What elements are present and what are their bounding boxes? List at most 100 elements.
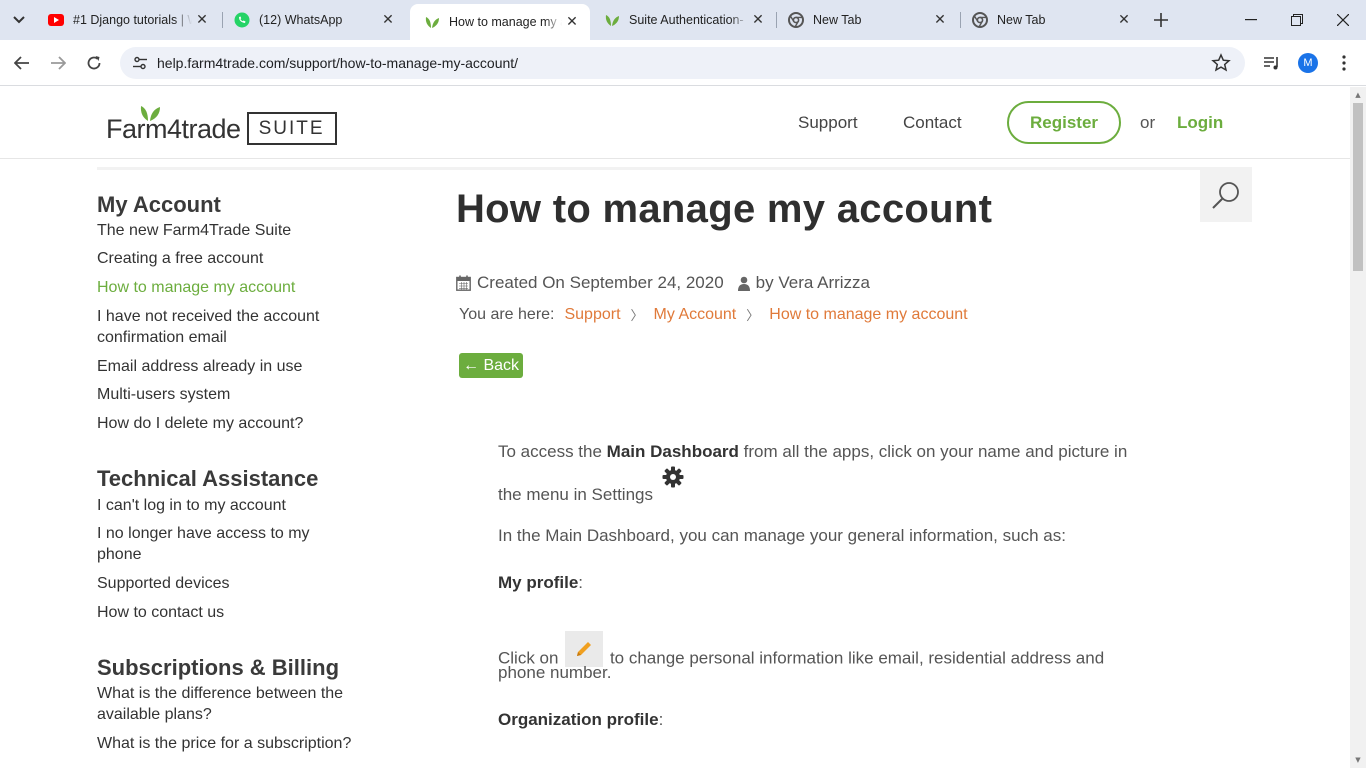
colon-text: : — [658, 710, 664, 729]
close-icon[interactable]: ✕ — [748, 10, 768, 30]
sidebar-item-contact-us[interactable]: How to contact us — [97, 602, 224, 623]
logo-suite-badge: SUITE — [246, 112, 337, 145]
bold-main-dashboard: Main Dashboard — [606, 442, 739, 461]
whatsapp-icon — [234, 12, 250, 28]
close-icon[interactable]: ✕ — [930, 10, 950, 30]
sidebar-item-no-phone-access[interactable]: I no longer have access to my phone — [97, 523, 357, 565]
site-header: Farm4trade SUITE Support Contact Registe… — [0, 87, 1350, 159]
sidebar-item-multi-users[interactable]: Multi-users system — [97, 384, 230, 405]
media-queue-icon — [1264, 57, 1278, 70]
tab-title: How to manage my a — [449, 15, 562, 29]
close-window-button[interactable] — [1331, 8, 1355, 32]
address-bar[interactable]: help.farm4trade.com/support/how-to-manag… — [120, 47, 1245, 79]
avatar: M — [1298, 53, 1318, 73]
nav-support-link[interactable]: Support — [798, 113, 858, 133]
created-date: Created On September 24, 2020 — [477, 273, 724, 292]
arrow-right-icon — [51, 56, 66, 70]
tab-title: New Tab — [813, 13, 862, 27]
chevron-right-icon: 〉 — [746, 308, 760, 323]
paragraph-dashboard-line1: To access the Main Dashboard from all th… — [498, 442, 1127, 462]
farm4trade-leaf-icon — [424, 14, 440, 30]
sidebar-item-new-suite[interactable]: The new Farm4Trade Suite — [97, 220, 291, 241]
paragraph-general-info: In the Main Dashboard, you can manage yo… — [498, 526, 1066, 545]
page-scrollbar[interactable]: ▲ ▼ — [1350, 87, 1366, 768]
tab-title: New Tab — [997, 13, 1046, 27]
tab-title: (12) WhatsApp — [259, 13, 343, 27]
minimize-button[interactable] — [1239, 8, 1263, 32]
breadcrumb-support[interactable]: Support — [564, 306, 620, 324]
sidebar-item-subscription-price[interactable]: What is the price for a subscription? — [97, 733, 357, 754]
user-icon — [737, 276, 750, 291]
back-nav-button[interactable] — [9, 50, 35, 76]
breadcrumb-label: You are here: — [459, 305, 555, 323]
chrome-icon — [972, 12, 988, 28]
browser-tab[interactable]: (12) WhatsApp ✕ — [220, 4, 406, 36]
browser-tab[interactable]: New Tab ✕ — [958, 4, 1142, 36]
sidebar-item-confirmation-email[interactable]: I have not received the account confirma… — [97, 306, 377, 348]
close-icon[interactable]: ✕ — [1114, 10, 1134, 30]
calendar-icon — [456, 275, 471, 291]
close-icon[interactable]: ✕ — [378, 10, 398, 30]
browser-tab[interactable]: New Tab ✕ — [774, 4, 958, 36]
more-vertical-icon — [1342, 55, 1346, 71]
new-tab-button[interactable] — [1149, 8, 1173, 32]
scroll-up-arrow-icon[interactable]: ▲ — [1354, 91, 1362, 99]
sidebar-item-supported-devices[interactable]: Supported devices — [97, 573, 230, 594]
paragraph-click-edit-line2: phone number. — [498, 663, 612, 682]
media-controls-button[interactable] — [1260, 51, 1284, 75]
browser-menu-button[interactable] — [1332, 51, 1356, 75]
text-segment: to change personal information like emai… — [609, 648, 1105, 668]
reload-button[interactable] — [81, 50, 107, 76]
tab-title: Suite Authentication- — [629, 13, 744, 27]
browser-tab[interactable]: Suite Authentication- ✕ — [590, 4, 776, 36]
register-button[interactable]: Register — [1007, 101, 1121, 144]
logo-brand-text: Farm4trade — [106, 106, 241, 145]
scroll-down-arrow-icon[interactable]: ▼ — [1354, 756, 1362, 764]
login-link[interactable]: Login — [1177, 113, 1223, 133]
youtube-icon — [48, 12, 64, 28]
bold-organization-profile: Organization profile — [498, 710, 659, 729]
article: How to manage my account Created On Sept… — [456, 187, 1216, 729]
site-settings-icon[interactable] — [132, 55, 148, 71]
chevron-down-icon — [13, 16, 25, 24]
farm4trade-leaf-icon — [604, 12, 620, 28]
article-meta: Created On September 24, 2020 by Vera Ar… — [456, 273, 870, 293]
text-segment: from all the apps, click on your name an… — [738, 442, 1128, 461]
close-icon[interactable]: ✕ — [562, 12, 582, 32]
sidebar-item-cant-login[interactable]: I can't log in to my account — [97, 495, 286, 516]
tab-search-button[interactable] — [6, 8, 32, 32]
breadcrumb-my-account[interactable]: My Account — [654, 306, 737, 324]
browser-tab[interactable]: #1 Django tutorials | W ✕ — [34, 4, 220, 36]
sidebar-item-creating-account[interactable]: Creating a free account — [97, 248, 263, 269]
url-text[interactable]: help.farm4trade.com/support/how-to-manag… — [157, 55, 518, 71]
bookmark-star-icon[interactable] — [1211, 53, 1231, 73]
edit-pencil-image — [565, 631, 604, 667]
logo-leaf-icon — [140, 106, 160, 121]
browser-toolbar: help.farm4trade.com/support/how-to-manag… — [0, 40, 1366, 86]
sidebar-item-delete-account[interactable]: How do I delete my account? — [97, 413, 303, 434]
breadcrumb: You are here: Support 〉 My Account 〉 How… — [459, 305, 968, 324]
back-button[interactable]: ← Back — [459, 353, 524, 378]
forward-nav-button[interactable] — [45, 50, 71, 76]
plus-icon — [1154, 13, 1168, 27]
colon-text: : — [578, 573, 584, 592]
tab-title: #1 Django tutorials | W — [73, 13, 192, 27]
scrollbar-thumb[interactable] — [1353, 103, 1363, 271]
sidebar-item-manage-account[interactable]: How to manage my account — [97, 277, 295, 298]
sidebar-item-email-in-use[interactable]: Email address already in use — [97, 356, 302, 377]
close-icon[interactable]: ✕ — [192, 10, 212, 30]
chevron-right-icon: 〉 — [630, 308, 644, 323]
restore-icon — [1291, 14, 1303, 26]
logo-brand-label: Farm4trade — [106, 114, 241, 144]
browser-tab-active[interactable]: How to manage my a ✕ — [410, 4, 590, 40]
sidebar-heading-my-account: My Account — [97, 192, 221, 217]
content-divider — [97, 167, 1252, 170]
profile-button[interactable]: M — [1296, 51, 1320, 75]
bold-my-profile: My profile — [498, 573, 579, 592]
sidebar-item-plan-difference[interactable]: What is the difference between the avail… — [97, 683, 397, 725]
pencil-icon — [577, 642, 592, 656]
farm4trade-suite-logo[interactable]: Farm4trade SUITE — [106, 101, 337, 145]
restore-button[interactable] — [1285, 8, 1309, 32]
nav-contact-link[interactable]: Contact — [903, 113, 962, 133]
tab-strip: #1 Django tutorials | W ✕ (12) WhatsApp … — [0, 0, 1366, 40]
